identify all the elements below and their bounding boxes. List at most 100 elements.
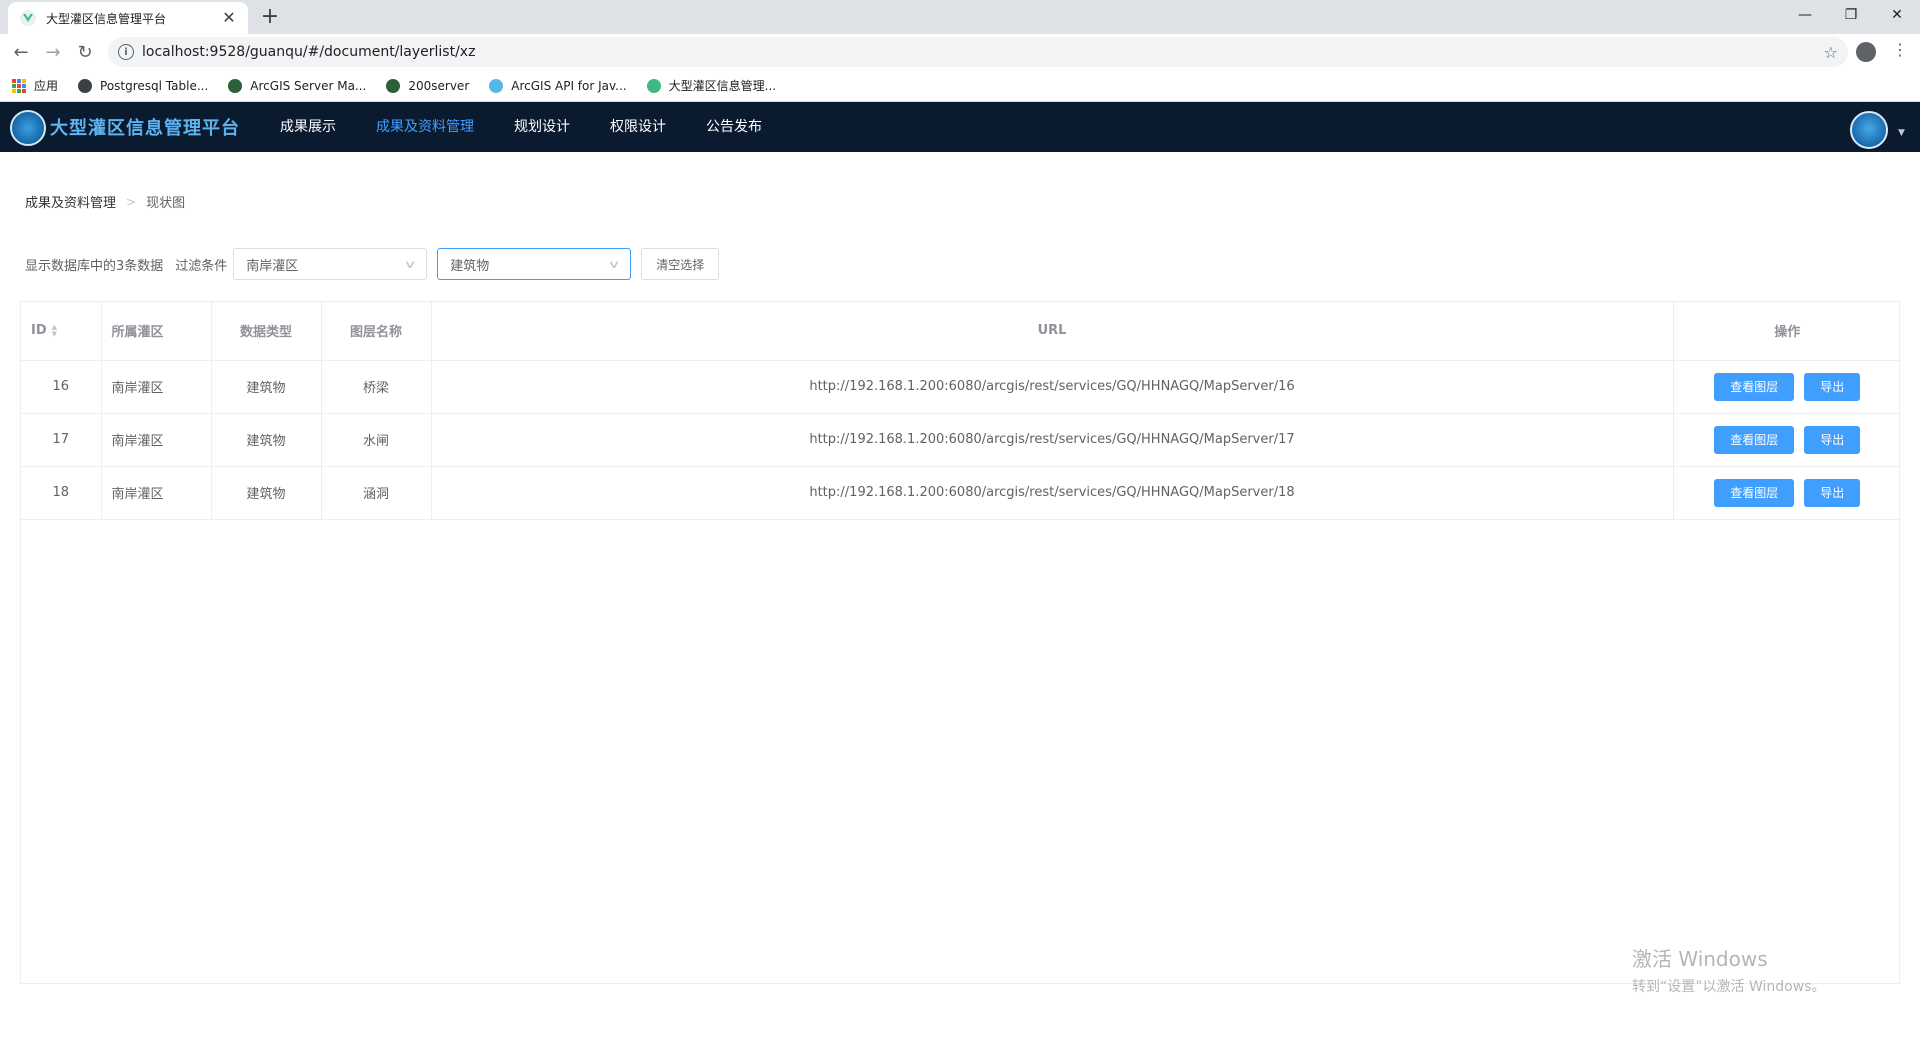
clear-selection-button[interactable]: 清空选择 <box>641 248 720 280</box>
table-row: 16 南岸灌区 建筑物 桥梁 http://192.168.1.200:6080… <box>21 360 1901 414</box>
cell-type: 建筑物 <box>211 413 322 467</box>
site-info-icon[interactable]: i <box>118 44 134 60</box>
cell-actions: 查看图层 导出 <box>1673 466 1901 520</box>
bookmark-label: 200server <box>408 78 470 93</box>
forward-icon[interactable]: → <box>40 39 66 65</box>
back-icon[interactable]: ← <box>8 39 34 65</box>
column-header-id[interactable]: ID ▲ ▼ <box>21 302 102 361</box>
chevron-down-icon: ∨ <box>607 257 621 271</box>
globe-icon <box>78 78 93 93</box>
tab-title: 大型灌区信息管理平台 <box>46 11 167 26</box>
bookmark-platform[interactable]: 大型灌区信息管理... <box>646 77 777 94</box>
table-header-row: ID ▲ ▼ 所属灌区 数据类型 图层名称 URL 操作 <box>21 302 1901 361</box>
bookmark-star-icon[interactable]: ☆ <box>1824 43 1838 62</box>
bookmark-label: 大型灌区信息管理... <box>668 79 777 93</box>
cell-url: http://192.168.1.200:6080/arcgis/rest/se… <box>431 360 1674 414</box>
restore-icon[interactable]: ❐ <box>1828 0 1874 30</box>
view-layer-button[interactable]: 查看图层 <box>1714 372 1795 401</box>
bookmark-postgresql[interactable]: Postgresql Table... <box>78 78 209 93</box>
arcgis-api-icon <box>489 78 504 93</box>
breadcrumb: 成果及资料管理 > 现状图 <box>25 192 185 212</box>
nav-item-permissions[interactable]: 权限设计 <box>590 102 686 152</box>
bookmark-arcgis-server[interactable]: ArcGIS Server Ma... <box>228 78 367 93</box>
cell-url: http://192.168.1.200:6080/arcgis/rest/se… <box>431 466 1674 520</box>
bookmark-label: Postgresql Table... <box>100 78 209 93</box>
bookmark-label: ArcGIS API for Jav... <box>511 78 627 93</box>
caret-down-icon[interactable]: ▼ <box>1898 128 1905 138</box>
column-header-type: 数据类型 <box>211 302 322 361</box>
address-bar[interactable]: i localhost:9528/guanqu/#/document/layer… <box>108 37 1848 67</box>
layer-table: ID ▲ ▼ 所属灌区 数据类型 图层名称 URL 操作 16 南岸灌区 建筑物 桥… <box>20 301 1901 984</box>
windows-activation-watermark: 激活 Windows 转到“设置”以激活 Windows。 <box>1632 943 1825 996</box>
nav-item-results[interactable]: 成果展示 <box>260 102 356 152</box>
view-layer-button[interactable]: 查看图层 <box>1714 425 1795 454</box>
brand-title[interactable]: 大型灌区信息管理平台 <box>50 114 240 140</box>
filter-label: 过滤条件 <box>175 258 228 274</box>
cell-id: 16 <box>21 360 102 414</box>
cell-district: 南岸灌区 <box>101 413 212 467</box>
cell-type: 建筑物 <box>211 360 322 414</box>
cell-district: 南岸灌区 <box>101 466 212 520</box>
type-select-value: 建筑物 <box>450 258 490 274</box>
record-count: 显示数据库中的3条数据 <box>25 258 164 274</box>
type-select[interactable]: 建筑物 ∨ <box>437 248 632 280</box>
tab-close-icon[interactable]: ✕ <box>220 9 238 27</box>
arcgis-globe-icon <box>386 78 401 93</box>
platform-logo[interactable] <box>10 110 46 146</box>
column-header-district: 所属灌区 <box>101 302 212 361</box>
cell-name: 桥梁 <box>321 360 432 414</box>
cell-id: 17 <box>21 413 102 467</box>
cell-id: 18 <box>21 466 102 520</box>
minimize-icon[interactable]: — <box>1782 0 1828 30</box>
sort-icon[interactable]: ▲ ▼ <box>52 323 57 338</box>
chevron-down-icon: ∨ <box>403 257 417 271</box>
profile-avatar-icon[interactable] <box>1856 42 1876 62</box>
nav-item-planning[interactable]: 规划设计 <box>494 102 590 152</box>
breadcrumb-parent[interactable]: 成果及资料管理 <box>25 192 116 211</box>
column-header-actions: 操作 <box>1673 302 1901 361</box>
export-button[interactable]: 导出 <box>1804 425 1861 454</box>
nav-item-announcements[interactable]: 公告发布 <box>686 102 782 152</box>
bookmark-200server[interactable]: 200server <box>386 78 470 93</box>
nav-item-documents[interactable]: 成果及资料管理 <box>356 102 494 152</box>
export-button[interactable]: 导出 <box>1804 478 1861 507</box>
cell-name: 涵洞 <box>321 466 432 520</box>
arcgis-globe-icon <box>228 78 243 93</box>
table-row: 18 南岸灌区 建筑物 涵洞 http://192.168.1.200:6080… <box>21 466 1901 520</box>
browser-menu-icon[interactable]: ⋮ <box>1892 40 1908 59</box>
bookmark-label: ArcGIS Server Ma... <box>250 78 367 93</box>
column-header-name: 图层名称 <box>321 302 432 361</box>
new-tab-icon[interactable]: + <box>258 5 282 29</box>
cell-url: http://192.168.1.200:6080/arcgis/rest/se… <box>431 413 1674 467</box>
window-close-icon[interactable]: ✕ <box>1874 0 1920 30</box>
vue-favicon-icon <box>20 10 36 26</box>
bookmark-arcgis-api[interactable]: ArcGIS API for Jav... <box>489 78 627 93</box>
user-avatar[interactable] <box>1850 111 1888 149</box>
filter-bar: 显示数据库中的3条数据 过滤条件 南岸灌区 ∨ 建筑物 ∨ 清空选择 <box>25 248 720 280</box>
app-header: 大型灌区信息管理平台 成果展示 成果及资料管理 规划设计 权限设计 公告发布 ▼ <box>0 102 1920 152</box>
export-button[interactable]: 导出 <box>1804 372 1861 401</box>
reload-icon[interactable]: ↻ <box>72 39 98 65</box>
cell-district: 南岸灌区 <box>101 360 212 414</box>
district-select-value: 南岸灌区 <box>246 258 299 274</box>
table-row: 17 南岸灌区 建筑物 水闸 http://192.168.1.200:6080… <box>21 413 1901 467</box>
column-header-url: URL <box>431 302 1674 361</box>
district-select[interactable]: 南岸灌区 ∨ <box>233 248 428 280</box>
watermark-subtitle: 转到“设置”以激活 Windows。 <box>1632 979 1826 995</box>
column-header-label: ID <box>31 323 47 339</box>
main-nav: 成果展示 成果及资料管理 规划设计 权限设计 公告发布 <box>260 102 782 152</box>
browser-tab[interactable]: 大型灌区信息管理平台 ✕ <box>8 2 248 34</box>
cell-name: 水闸 <box>321 413 432 467</box>
address-url[interactable]: localhost:9528/guanqu/#/document/layerli… <box>142 44 1824 60</box>
bookmark-apps[interactable]: 应用 <box>12 77 58 94</box>
apps-grid-icon <box>12 78 26 93</box>
vue-favicon-icon <box>646 78 661 93</box>
view-layer-button[interactable]: 查看图层 <box>1714 478 1795 507</box>
cell-type: 建筑物 <box>211 466 322 520</box>
cell-actions: 查看图层 导出 <box>1673 413 1901 467</box>
browser-tabstrip: 大型灌区信息管理平台 ✕ + — ❐ ✕ <box>0 0 1920 34</box>
cell-actions: 查看图层 导出 <box>1673 360 1901 414</box>
bookmark-label: 应用 <box>34 79 59 93</box>
watermark-title: 激活 Windows <box>1632 947 1768 971</box>
chevron-right-icon: > <box>126 194 137 209</box>
